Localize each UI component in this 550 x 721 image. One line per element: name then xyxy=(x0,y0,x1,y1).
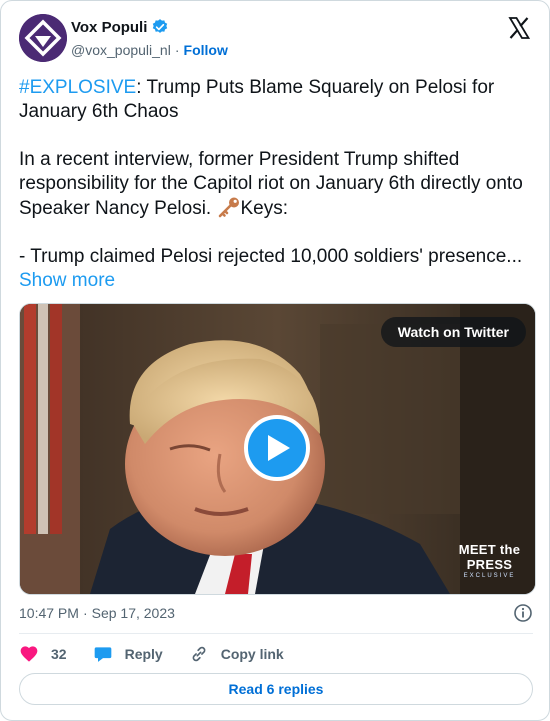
like-button[interactable]: 32 xyxy=(19,644,67,664)
key-icon xyxy=(217,196,241,218)
watermark-title: MEET the PRESS xyxy=(458,542,521,572)
link-icon xyxy=(192,646,206,662)
show-watermark: MEET the PRESS EXCLUSIVE xyxy=(444,542,535,579)
hashtag-link[interactable]: #EXPLOSIVE xyxy=(19,77,136,98)
divider xyxy=(19,633,533,634)
handle[interactable]: @vox_populi_nl xyxy=(71,42,171,58)
bullet-text: - Trump claimed Pelosi rejected 10,000 s… xyxy=(19,246,523,267)
copy-link-label: Copy link xyxy=(220,646,284,662)
tweet-bullet: - Trump claimed Pelosi rejected 10,000 s… xyxy=(19,245,531,293)
action-bar: 32 Reply Copy link xyxy=(19,642,310,666)
info-icon[interactable] xyxy=(513,603,533,623)
reply-bubble-icon xyxy=(94,647,111,662)
watermark-subtitle: EXCLUSIVE xyxy=(463,573,516,579)
watch-on-twitter-button[interactable]: Watch on Twitter xyxy=(380,317,526,347)
x-logo-icon[interactable] xyxy=(507,16,531,40)
tweet-paragraph: In a recent interview, former President … xyxy=(19,148,531,221)
tweet-time: 10:47 PM xyxy=(19,605,79,621)
read-replies-button[interactable]: Read 6 replies xyxy=(19,673,533,705)
follow-button[interactable]: Follow xyxy=(184,42,228,58)
account-names: Vox Populi @vox_populi_nl · Follow xyxy=(71,17,228,60)
verified-badge-icon xyxy=(151,18,169,36)
display-name[interactable]: Vox Populi xyxy=(71,19,147,36)
tweet-card: Vox Populi @vox_populi_nl · Follow #EXPL… xyxy=(0,0,550,721)
keys-label: Keys: xyxy=(240,198,289,219)
play-button[interactable] xyxy=(244,415,310,481)
reply-button[interactable]: Reply xyxy=(93,644,163,664)
tweet-date: Sep 17, 2023 xyxy=(91,605,175,621)
tweet-timestamp[interactable]: 10:47 PM · Sep 17, 2023 xyxy=(19,603,533,623)
play-icon xyxy=(268,435,290,461)
heart-icon xyxy=(20,646,38,662)
copy-link-button[interactable]: Copy link xyxy=(189,644,284,664)
tweet-headline: #EXPLOSIVE: Trump Puts Blame Squarely on… xyxy=(19,76,531,124)
reply-label: Reply xyxy=(124,646,163,662)
time-separator: · xyxy=(82,605,88,621)
avatar[interactable] xyxy=(19,14,67,62)
video-player[interactable]: Watch on Twitter MEET the PRESS EXCLUSIV… xyxy=(19,303,536,595)
vox-logo-icon xyxy=(19,14,67,62)
tweet-text: #EXPLOSIVE: Trump Puts Blame Squarely on… xyxy=(19,76,531,293)
like-count: 32 xyxy=(51,646,67,662)
show-more-link[interactable]: Show more xyxy=(19,270,115,291)
tweet-header: Vox Populi @vox_populi_nl · Follow xyxy=(19,14,533,64)
handle-separator: · xyxy=(174,42,180,58)
